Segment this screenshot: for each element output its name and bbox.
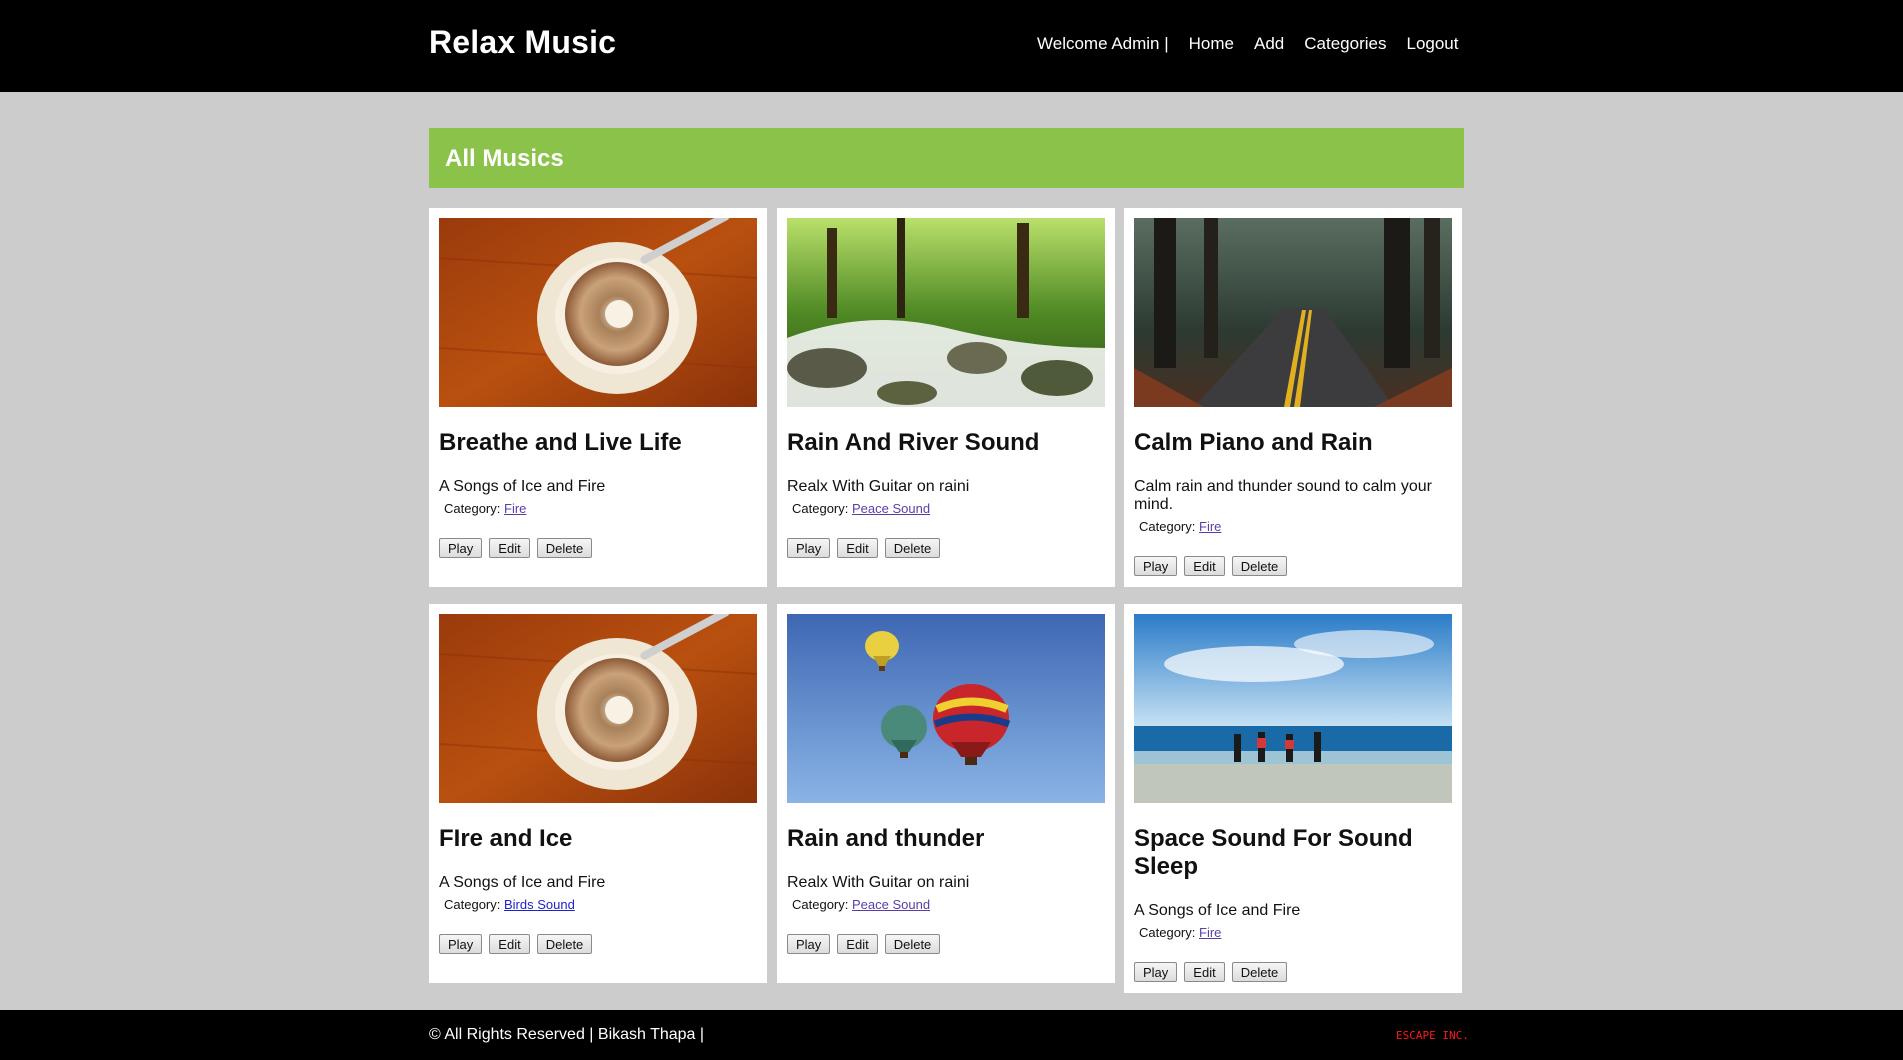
site-brand[interactable]: Relax Music (429, 24, 616, 61)
music-category: Category: Fire (444, 501, 526, 516)
edit-button[interactable]: Edit (489, 538, 530, 558)
play-button[interactable]: Play (1134, 556, 1178, 576)
card-actions: Play Edit Delete (1134, 556, 1288, 576)
nav-add-link[interactable]: Add (1254, 34, 1284, 54)
site-footer: © All Rights Reserved | Bikash Thapa | E… (0, 1010, 1903, 1060)
copyright-text: © All Rights Reserved | Bikash Thapa | (429, 1026, 705, 1043)
forest-road-image (1134, 218, 1452, 407)
category-label: Category: (792, 897, 849, 912)
category-label: Category: (1139, 925, 1196, 940)
hot-air-balloons-image (787, 614, 1105, 803)
coffee-cup-image (439, 614, 757, 803)
music-card: Calm Piano and Rain Calm rain and thunde… (1124, 208, 1462, 587)
card-actions: Play Edit Delete (787, 538, 941, 558)
music-description: Calm rain and thunder sound to calm your… (1134, 478, 1432, 513)
nav-categories-link[interactable]: Categories (1304, 34, 1386, 54)
card-actions: Play Edit Delete (439, 934, 593, 954)
category-link[interactable]: Fire (1199, 519, 1221, 534)
music-card: Breathe and Live Life A Songs of Ice and… (429, 208, 767, 587)
card-actions: Play Edit Delete (1134, 962, 1288, 982)
nav-logout-link[interactable]: Logout (1406, 34, 1458, 54)
delete-button[interactable]: Delete (1231, 556, 1288, 576)
nav-home-link[interactable]: Home (1189, 34, 1234, 54)
music-category: Category: Peace Sound (792, 897, 930, 912)
play-button[interactable]: Play (1134, 962, 1178, 982)
play-button[interactable]: Play (439, 934, 483, 954)
category-link[interactable]: Fire (504, 501, 526, 516)
top-navbar: Relax Music Welcome Admin | Home Add Cat… (0, 0, 1903, 92)
music-description: A Songs of Ice and Fire (439, 874, 606, 891)
nav-menu: Welcome Admin | Home Add Categories Logo… (1037, 34, 1458, 54)
play-button[interactable]: Play (787, 538, 831, 558)
delete-button[interactable]: Delete (884, 538, 941, 558)
music-category: Category: Fire (1139, 925, 1221, 940)
music-title: FIre and Ice (439, 825, 573, 852)
play-button[interactable]: Play (439, 538, 483, 558)
delete-button[interactable]: Delete (536, 538, 593, 558)
music-category: Category: Peace Sound (792, 501, 930, 516)
category-link[interactable]: Birds Sound (504, 897, 575, 912)
forest-river-image (787, 218, 1105, 407)
music-card: Space Sound For Sound Sleep A Songs of I… (1124, 604, 1462, 993)
category-label: Category: (444, 501, 501, 516)
delete-button[interactable]: Delete (884, 934, 941, 954)
edit-button[interactable]: Edit (1184, 556, 1225, 576)
category-link[interactable]: Fire (1199, 925, 1221, 940)
beach-runners-image (1134, 614, 1452, 803)
music-title: Space Sound For Sound Sleep (1134, 825, 1413, 880)
music-title: Calm Piano and Rain (1134, 429, 1373, 456)
music-category: Category: Birds Sound (444, 897, 575, 912)
delete-button[interactable]: Delete (1231, 962, 1288, 982)
page-title: All Musics (445, 145, 564, 172)
edit-button[interactable]: Edit (837, 538, 878, 558)
edit-button[interactable]: Edit (837, 934, 878, 954)
play-button[interactable]: Play (787, 934, 831, 954)
music-category: Category: Fire (1139, 519, 1221, 534)
music-card: FIre and Ice A Songs of Ice and Fire Cat… (429, 604, 767, 983)
music-title: Breathe and Live Life (439, 429, 682, 456)
category-label: Category: (444, 897, 501, 912)
music-title: Rain And River Sound (787, 429, 1040, 456)
music-card: Rain And River Sound Realx With Guitar o… (777, 208, 1115, 587)
page-title-banner: All Musics (429, 128, 1464, 188)
music-description: Realx With Guitar on raini (787, 478, 970, 495)
music-description: Realx With Guitar on raini (787, 874, 970, 891)
music-description: A Songs of Ice and Fire (1134, 902, 1301, 919)
music-description: A Songs of Ice and Fire (439, 478, 606, 495)
music-title: Rain and thunder (787, 825, 985, 852)
category-link[interactable]: Peace Sound (852, 501, 930, 516)
welcome-text: Welcome Admin | (1037, 34, 1169, 53)
category-label: Category: (1139, 519, 1196, 534)
edit-button[interactable]: Edit (489, 934, 530, 954)
category-link[interactable]: Peace Sound (852, 897, 930, 912)
card-actions: Play Edit Delete (787, 934, 941, 954)
card-actions: Play Edit Delete (439, 538, 593, 558)
delete-button[interactable]: Delete (536, 934, 593, 954)
footer-credit: ESCAPE INC. (1396, 1029, 1469, 1042)
coffee-cup-image (439, 218, 757, 407)
edit-button[interactable]: Edit (1184, 962, 1225, 982)
category-label: Category: (792, 501, 849, 516)
music-card: Rain and thunder Realx With Guitar on ra… (777, 604, 1115, 983)
